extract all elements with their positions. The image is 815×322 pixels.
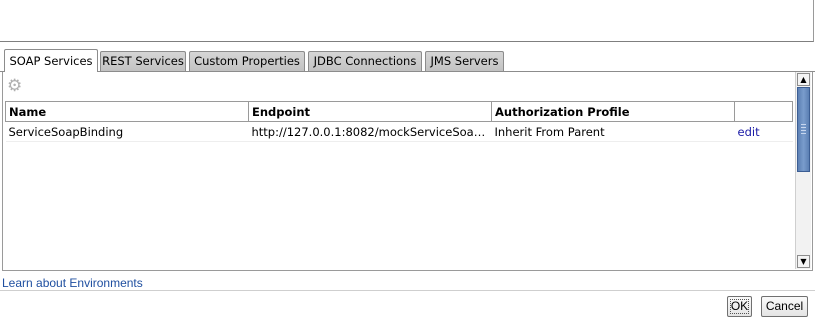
tab-bar: SOAP Services REST Services Custom Prope… xyxy=(0,44,815,72)
cell-authorization-profile[interactable]: Inherit From Parent xyxy=(491,121,735,142)
column-header-authorization-profile[interactable]: Authorization Profile xyxy=(491,101,735,122)
tab-jms-servers[interactable]: JMS Servers xyxy=(425,51,504,71)
footer-divider xyxy=(0,290,815,291)
toolbar: ⚙ xyxy=(3,72,793,100)
vertical-scrollbar[interactable]: ▲ ▼ xyxy=(795,72,811,269)
soap-services-panel: ⚙ Name Endpoint Authorization Profile Se… xyxy=(2,72,813,271)
table-header-row: Name Endpoint Authorization Profile xyxy=(5,101,793,122)
learn-about-environments-link[interactable]: Learn about Environments xyxy=(2,276,143,290)
tab-custom-properties[interactable]: Custom Properties xyxy=(189,51,305,71)
upper-pane xyxy=(0,0,814,42)
column-header-endpoint[interactable]: Endpoint xyxy=(248,101,492,122)
scroll-thumb[interactable] xyxy=(797,87,810,172)
edit-link[interactable]: edit xyxy=(734,121,793,142)
column-header-name[interactable]: Name xyxy=(5,101,249,122)
gear-icon[interactable]: ⚙ xyxy=(7,78,23,95)
cell-endpoint[interactable]: http://127.0.0.1:8082/mockServiceSoapBin… xyxy=(248,121,492,142)
cell-name[interactable]: ServiceSoapBinding xyxy=(5,121,249,142)
scroll-down-icon[interactable]: ▼ xyxy=(797,255,810,268)
tab-soap-services[interactable]: SOAP Services xyxy=(4,49,98,72)
ok-button[interactable]: OK xyxy=(727,296,752,317)
tab-jdbc-connections[interactable]: JDBC Connections xyxy=(308,51,422,71)
column-header-actions[interactable] xyxy=(734,101,793,122)
scroll-up-icon[interactable]: ▲ xyxy=(797,73,810,86)
tab-rest-services[interactable]: REST Services xyxy=(100,51,186,71)
services-table: Name Endpoint Authorization Profile Serv… xyxy=(5,101,793,142)
cancel-button[interactable]: Cancel xyxy=(761,296,808,317)
table-row[interactable]: ServiceSoapBinding http://127.0.0.1:8082… xyxy=(5,121,793,142)
